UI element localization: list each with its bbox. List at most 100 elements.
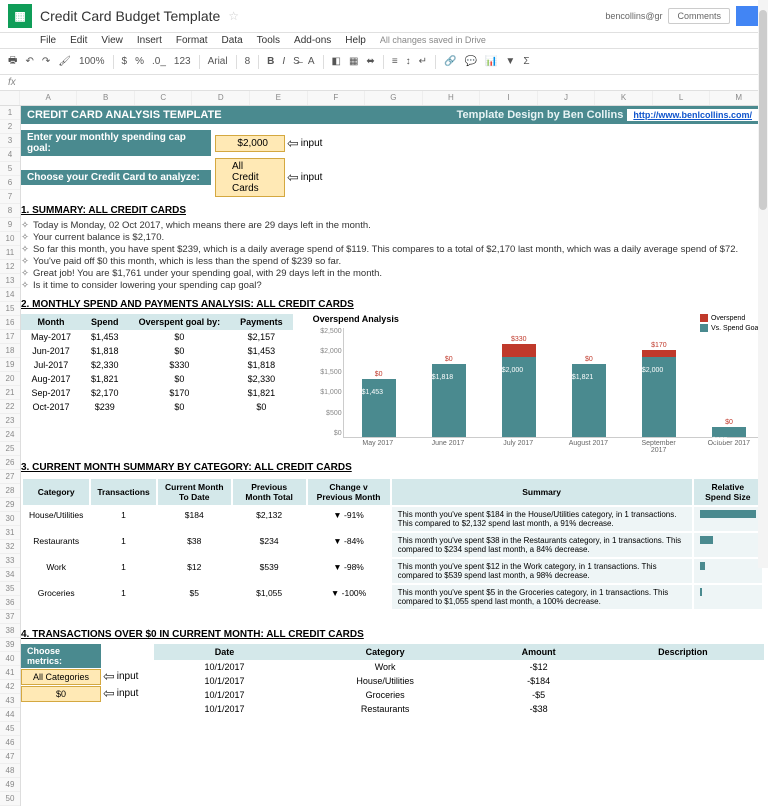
row-header[interactable]: 4: [0, 148, 20, 162]
col-k[interactable]: K: [595, 91, 653, 105]
filter-icon[interactable]: ▼: [505, 56, 515, 67]
row-header[interactable]: 26: [0, 456, 20, 470]
row-header[interactable]: 14: [0, 288, 20, 302]
menu-addons[interactable]: Add-ons: [294, 35, 331, 46]
row-header[interactable]: 36: [0, 596, 20, 610]
row-header[interactable]: 38: [0, 624, 20, 638]
valign-icon[interactable]: ↕: [406, 56, 411, 67]
row-header[interactable]: 1: [0, 106, 20, 120]
row-header[interactable]: 21: [0, 386, 20, 400]
format-currency[interactable]: $: [122, 56, 128, 67]
col-e[interactable]: E: [250, 91, 308, 105]
comment-icon[interactable]: 💬: [465, 56, 477, 67]
spending-cap-input[interactable]: $2,000: [215, 135, 285, 152]
star-icon[interactable]: ☆: [228, 9, 239, 23]
row-header[interactable]: 11: [0, 246, 20, 260]
functions-icon[interactable]: Σ: [523, 56, 529, 67]
font-select[interactable]: Arial: [208, 56, 228, 67]
col-i[interactable]: I: [480, 91, 538, 105]
row-header[interactable]: 7: [0, 190, 20, 204]
row-header[interactable]: 41: [0, 666, 20, 680]
row-header[interactable]: 37: [0, 610, 20, 624]
row-header[interactable]: 8: [0, 204, 20, 218]
format-more[interactable]: 123: [174, 56, 191, 67]
menu-edit[interactable]: Edit: [70, 35, 87, 46]
col-f[interactable]: F: [308, 91, 366, 105]
metric-amount-input[interactable]: $0: [21, 686, 101, 702]
row-header[interactable]: 27: [0, 470, 20, 484]
redo-icon[interactable]: ↷: [42, 56, 50, 67]
row-header[interactable]: 29: [0, 498, 20, 512]
share-button[interactable]: [736, 6, 760, 26]
menu-file[interactable]: File: [40, 35, 56, 46]
row-header[interactable]: 43: [0, 694, 20, 708]
col-d[interactable]: D: [192, 91, 250, 105]
col-c[interactable]: C: [135, 91, 193, 105]
undo-icon[interactable]: ↶: [25, 56, 33, 67]
chart-icon[interactable]: 📊: [485, 56, 497, 67]
col-l[interactable]: L: [653, 91, 711, 105]
row-header[interactable]: 49: [0, 778, 20, 792]
col-b[interactable]: B: [77, 91, 135, 105]
row-header[interactable]: 32: [0, 540, 20, 554]
fill-color-icon[interactable]: ◧: [332, 56, 341, 67]
link-icon[interactable]: 🔗: [444, 56, 456, 67]
format-dec[interactable]: .0_: [152, 56, 166, 67]
merge-icon[interactable]: ⬌: [366, 56, 374, 67]
row-header[interactable]: 47: [0, 750, 20, 764]
bold-icon[interactable]: B: [267, 56, 274, 67]
row-header[interactable]: 13: [0, 274, 20, 288]
row-header[interactable]: 28: [0, 484, 20, 498]
menu-data[interactable]: Data: [222, 35, 243, 46]
col-a[interactable]: A: [20, 91, 78, 105]
menu-view[interactable]: View: [101, 35, 123, 46]
row-header[interactable]: 44: [0, 708, 20, 722]
formula-bar[interactable]: fx: [0, 75, 768, 91]
row-header[interactable]: 50: [0, 792, 20, 806]
paint-icon[interactable]: 🖌: [58, 56, 71, 67]
document-title[interactable]: Credit Card Budget Template: [40, 8, 220, 24]
row-header[interactable]: 34: [0, 568, 20, 582]
row-header[interactable]: 6: [0, 176, 20, 190]
comments-button[interactable]: Comments: [668, 8, 730, 24]
row-header[interactable]: 40: [0, 652, 20, 666]
row-header[interactable]: 18: [0, 344, 20, 358]
row-header[interactable]: 31: [0, 526, 20, 540]
metric-category-input[interactable]: All Categories: [21, 669, 101, 685]
row-header[interactable]: 33: [0, 554, 20, 568]
row-header[interactable]: 35: [0, 582, 20, 596]
row-header[interactable]: 20: [0, 372, 20, 386]
row-header[interactable]: 22: [0, 400, 20, 414]
row-header[interactable]: 3: [0, 134, 20, 148]
row-header[interactable]: 30: [0, 512, 20, 526]
menu-format[interactable]: Format: [176, 35, 208, 46]
row-header[interactable]: 5: [0, 162, 20, 176]
menu-help[interactable]: Help: [345, 35, 366, 46]
row-header[interactable]: 10: [0, 232, 20, 246]
row-header[interactable]: 19: [0, 358, 20, 372]
row-header[interactable]: 39: [0, 638, 20, 652]
row-header[interactable]: 15: [0, 302, 20, 316]
row-header[interactable]: 46: [0, 736, 20, 750]
italic-icon[interactable]: I: [282, 56, 285, 67]
col-j[interactable]: J: [538, 91, 596, 105]
zoom-select[interactable]: 100%: [79, 56, 105, 67]
card-select-input[interactable]: All Credit Cards: [215, 158, 285, 197]
text-color-icon[interactable]: A: [308, 56, 315, 67]
font-size[interactable]: 8: [245, 56, 251, 67]
col-g[interactable]: G: [365, 91, 423, 105]
col-corner[interactable]: [0, 91, 20, 105]
row-header[interactable]: 9: [0, 218, 20, 232]
row-header[interactable]: 25: [0, 442, 20, 456]
halign-icon[interactable]: ≡: [392, 56, 398, 67]
borders-icon[interactable]: ▦: [349, 56, 358, 67]
menu-tools[interactable]: Tools: [257, 35, 280, 46]
row-header[interactable]: 42: [0, 680, 20, 694]
row-header[interactable]: 16: [0, 316, 20, 330]
row-header[interactable]: 45: [0, 722, 20, 736]
row-header[interactable]: 24: [0, 428, 20, 442]
wrap-icon[interactable]: ↵: [419, 56, 427, 67]
row-header[interactable]: 12: [0, 260, 20, 274]
format-percent[interactable]: %: [135, 56, 144, 67]
vertical-scrollbar[interactable]: [758, 0, 768, 568]
